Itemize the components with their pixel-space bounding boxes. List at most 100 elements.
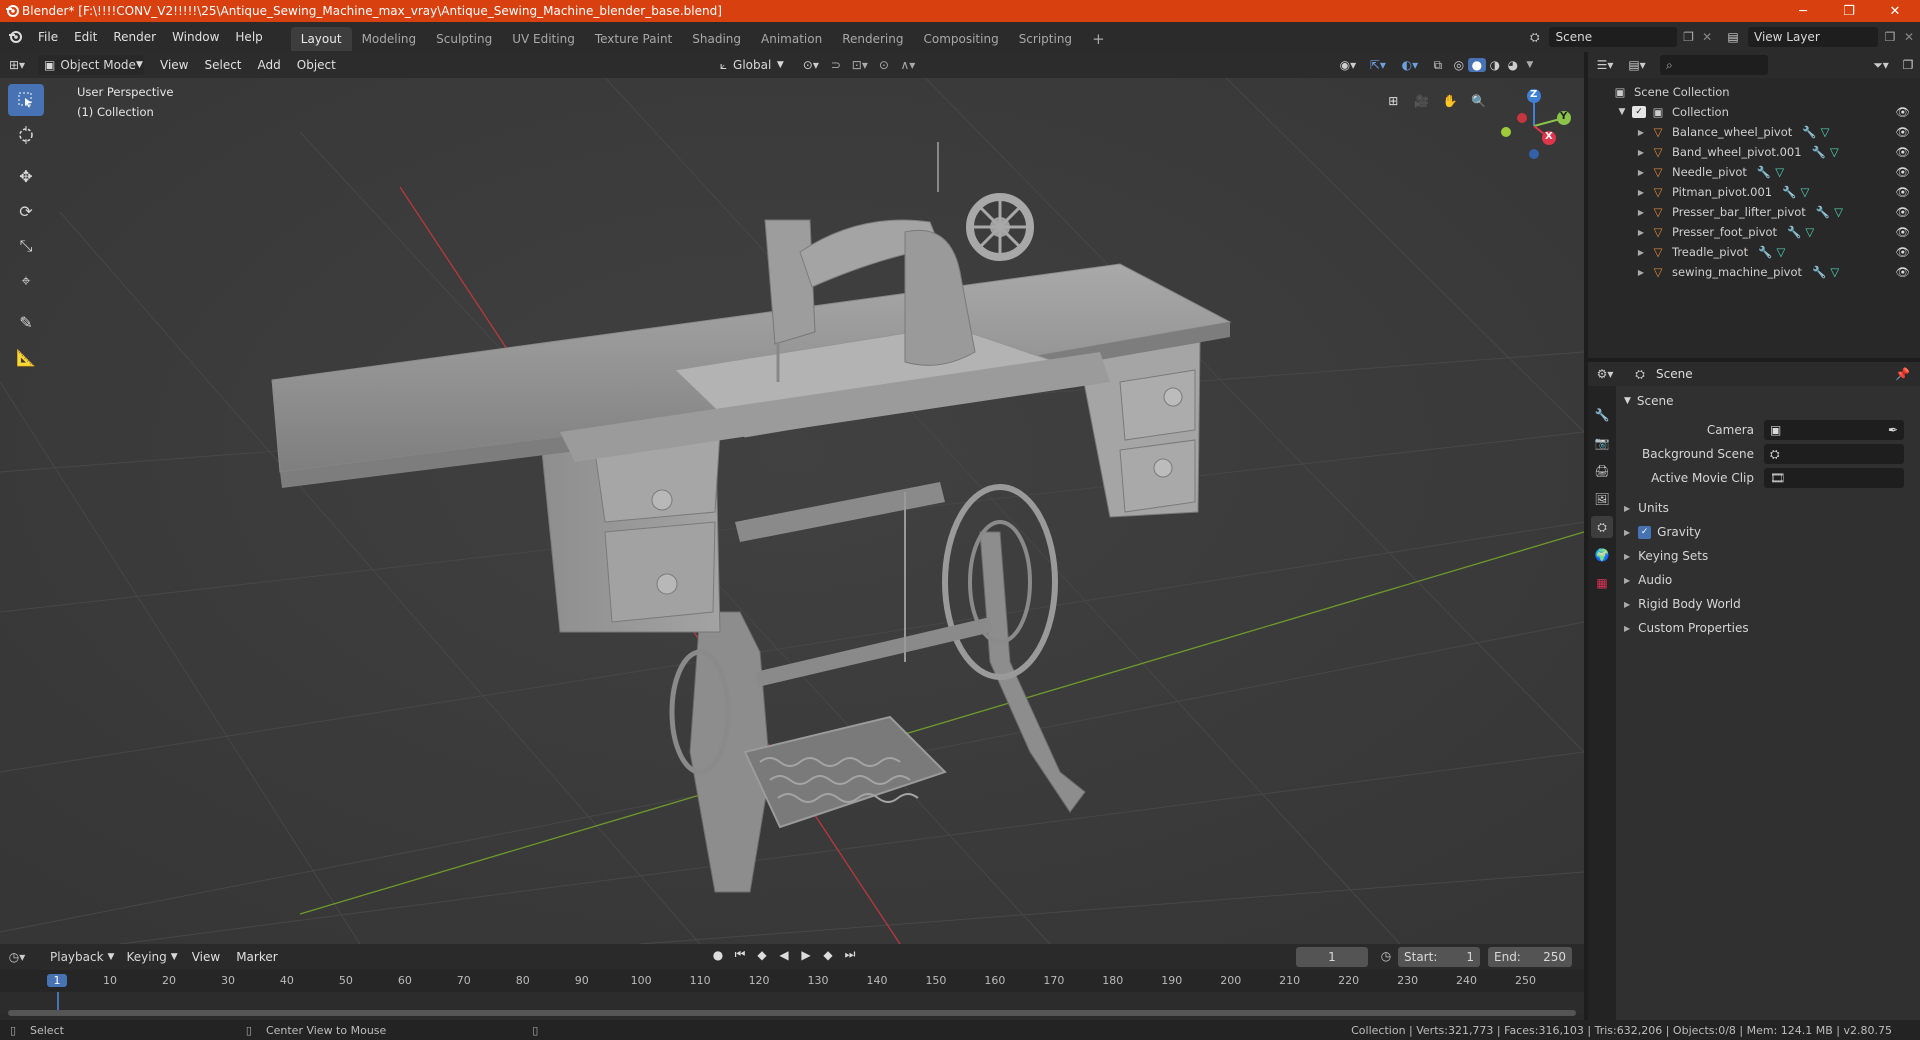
modifier-wrench-icon[interactable]: 🔧: [1782, 185, 1796, 199]
subpanel-units[interactable]: ▶ Units: [1624, 496, 1920, 520]
menu-help[interactable]: Help: [227, 22, 270, 52]
auto-key-clock-icon[interactable]: ◷: [1378, 949, 1394, 963]
zoom-icon[interactable]: 🔍: [1468, 90, 1491, 112]
ortho-toggle-icon[interactable]: ⊞: [1382, 90, 1405, 112]
properties-editor-icon[interactable]: ⚙▾: [1588, 367, 1622, 381]
world-tab-icon[interactable]: 🌍: [1591, 544, 1613, 566]
modifier-wrench-icon[interactable]: 🔧: [1757, 165, 1771, 179]
render-tab-icon[interactable]: 📷: [1591, 432, 1613, 454]
select-box-tool[interactable]: [8, 84, 44, 116]
keying-menu[interactable]: Keying ▼: [120, 947, 183, 967]
outliner-object-row[interactable]: ▶ ▽ Presser_foot_pivot 🔧 ▽ 👁: [1588, 222, 1920, 242]
outliner-object-row[interactable]: ▶ ▽ Balance_wheel_pivot 🔧 ▽ 👁: [1588, 122, 1920, 142]
maximize-button[interactable]: ❐: [1826, 0, 1872, 22]
editor-type-icon[interactable]: ⊞▾: [0, 58, 34, 72]
rotate-tool[interactable]: ⟳: [8, 195, 44, 227]
measure-tool[interactable]: 📐: [8, 341, 44, 373]
mesh-data-icon[interactable]: ▽: [1775, 165, 1784, 179]
jump-keyframe-forward-icon[interactable]: ◆: [820, 948, 836, 962]
remove-scene-icon[interactable]: ✕: [1700, 30, 1714, 44]
scale-tool[interactable]: ⤡: [8, 230, 44, 262]
expand-arrow-icon[interactable]: ▶: [1636, 168, 1646, 177]
move-tool[interactable]: ✥: [8, 160, 44, 192]
eye-icon[interactable]: 👁: [1895, 125, 1910, 139]
timeline-scrollbar[interactable]: [8, 1010, 1576, 1016]
frame-ruler[interactable]: 1 10 20 30 40 50 60 70 80 90 100 110 120 130 140 150 160…: [0, 970, 1584, 992]
tab-compositing[interactable]: Compositing: [913, 27, 1008, 51]
close-button[interactable]: ✕: [1872, 0, 1918, 22]
eyedropper-icon[interactable]: ✒: [1888, 423, 1898, 437]
scene-name-field[interactable]: Scene: [1549, 27, 1677, 47]
scene-selector[interactable]: ⛭ Scene ❐ ✕: [1524, 26, 1714, 48]
new-collection-icon[interactable]: ❐: [1896, 58, 1920, 72]
pivot-point-icon[interactable]: ⊙▾: [796, 58, 826, 72]
shading-options-icon[interactable]: ▼: [1522, 60, 1538, 70]
navigation-gizmo[interactable]: Z Y X: [1494, 86, 1574, 166]
rendered-shading-icon[interactable]: ◕: [1504, 58, 1522, 72]
timeline-editor-icon[interactable]: ◷▾: [0, 950, 34, 964]
expand-arrow-icon[interactable]: ▶: [1636, 188, 1646, 197]
tab-rendering[interactable]: Rendering: [832, 27, 913, 51]
pan-hand-icon[interactable]: ✋: [1439, 90, 1462, 112]
tab-texture-paint[interactable]: Texture Paint: [585, 27, 682, 51]
viewport-menu-object[interactable]: Object: [289, 50, 344, 80]
subpanel-rigid-body-world[interactable]: ▶ Rigid Body World: [1624, 592, 1920, 616]
collection-checkbox[interactable]: ✓: [1632, 106, 1646, 118]
proportional-edit-icon[interactable]: ⊙: [874, 58, 894, 72]
eye-icon[interactable]: 👁: [1895, 145, 1910, 159]
scene-collection-row[interactable]: ▣ Scene Collection: [1588, 82, 1920, 102]
output-tab-icon[interactable]: 🖨: [1591, 460, 1613, 482]
modifier-wrench-icon[interactable]: 🔧: [1758, 245, 1772, 259]
mesh-data-icon[interactable]: ▽: [1800, 185, 1809, 199]
annotate-tool[interactable]: ✎: [8, 306, 44, 338]
viewport-menu-add[interactable]: Add: [250, 50, 289, 80]
new-scene-icon[interactable]: ❐: [1681, 30, 1697, 44]
mesh-data-icon[interactable]: ▽: [1805, 225, 1814, 239]
menu-window[interactable]: Window: [164, 22, 227, 52]
snap-icon[interactable]: ⊃: [826, 58, 846, 72]
modifier-wrench-icon[interactable]: 🔧: [1787, 225, 1801, 239]
outliner-object-row[interactable]: ▶ ▽ Band_wheel_pivot.001 🔧 ▽ 👁: [1588, 142, 1920, 162]
pin-icon[interactable]: 📌: [1895, 367, 1910, 381]
scene-tab-icon[interactable]: ⛭: [1591, 516, 1613, 538]
snap-target-icon[interactable]: ⊡▾: [846, 58, 874, 72]
remove-view-layer-icon[interactable]: ✕: [1902, 30, 1916, 44]
texture-tab-icon[interactable]: ▦: [1591, 572, 1613, 594]
visibility-icon[interactable]: ◉▾: [1334, 58, 1362, 72]
expand-arrow-icon[interactable]: ▶: [1636, 128, 1646, 137]
tool-tab-icon[interactable]: 🔧: [1591, 404, 1613, 426]
expand-arrow-icon[interactable]: ▼: [1616, 107, 1628, 117]
eye-icon[interactable]: 👁: [1895, 265, 1910, 279]
camera-field[interactable]: ▣ ✒: [1764, 420, 1904, 440]
expand-arrow-icon[interactable]: ▶: [1636, 228, 1646, 237]
outliner-object-row[interactable]: ▶ ▽ Treadle_pivot 🔧 ▽ 👁: [1588, 242, 1920, 262]
record-icon[interactable]: ●: [710, 948, 726, 962]
solid-shading-icon[interactable]: ●: [1467, 58, 1486, 72]
subpanel-gravity[interactable]: ▶ ✓ Gravity: [1624, 520, 1920, 544]
modifier-wrench-icon[interactable]: 🔧: [1812, 145, 1826, 159]
tab-modeling[interactable]: Modeling: [352, 27, 427, 51]
material-shading-icon[interactable]: ◑: [1486, 58, 1504, 72]
active-movie-clip-field[interactable]: 🎞: [1764, 468, 1904, 488]
overlay-toggle-icon[interactable]: ◐▾: [1394, 58, 1426, 72]
expand-arrow-icon[interactable]: ▶: [1636, 208, 1646, 217]
background-scene-field[interactable]: ⛭: [1764, 444, 1904, 464]
mesh-data-icon[interactable]: ▽: [1821, 125, 1830, 139]
mesh-data-icon[interactable]: ▽: [1830, 145, 1839, 159]
tab-uv-editing[interactable]: UV Editing: [502, 27, 585, 51]
playhead-line[interactable]: [57, 992, 59, 1010]
viewport-menu-select[interactable]: Select: [196, 50, 249, 80]
eye-icon[interactable]: 👁: [1895, 185, 1910, 199]
view-layer-field[interactable]: View Layer: [1748, 27, 1878, 47]
scene-section-header[interactable]: ▼ Scene: [1624, 390, 1920, 412]
transform-orientation-dropdown[interactable]: ⟀ Global ▼: [714, 55, 790, 75]
outliner-object-row[interactable]: ▶ ▽ sewing_machine_pivot 🔧 ▽ 👁: [1588, 262, 1920, 282]
falloff-icon[interactable]: ∧▾: [894, 58, 922, 72]
tab-scripting[interactable]: Scripting: [1009, 27, 1082, 51]
transform-tool[interactable]: ⌖: [8, 265, 44, 297]
expand-arrow-icon[interactable]: ▶: [1636, 268, 1646, 277]
modifier-wrench-icon[interactable]: 🔧: [1802, 125, 1816, 139]
eye-icon[interactable]: 👁: [1895, 225, 1910, 239]
cursor-tool[interactable]: [8, 119, 44, 151]
menu-render[interactable]: Render: [105, 22, 164, 52]
